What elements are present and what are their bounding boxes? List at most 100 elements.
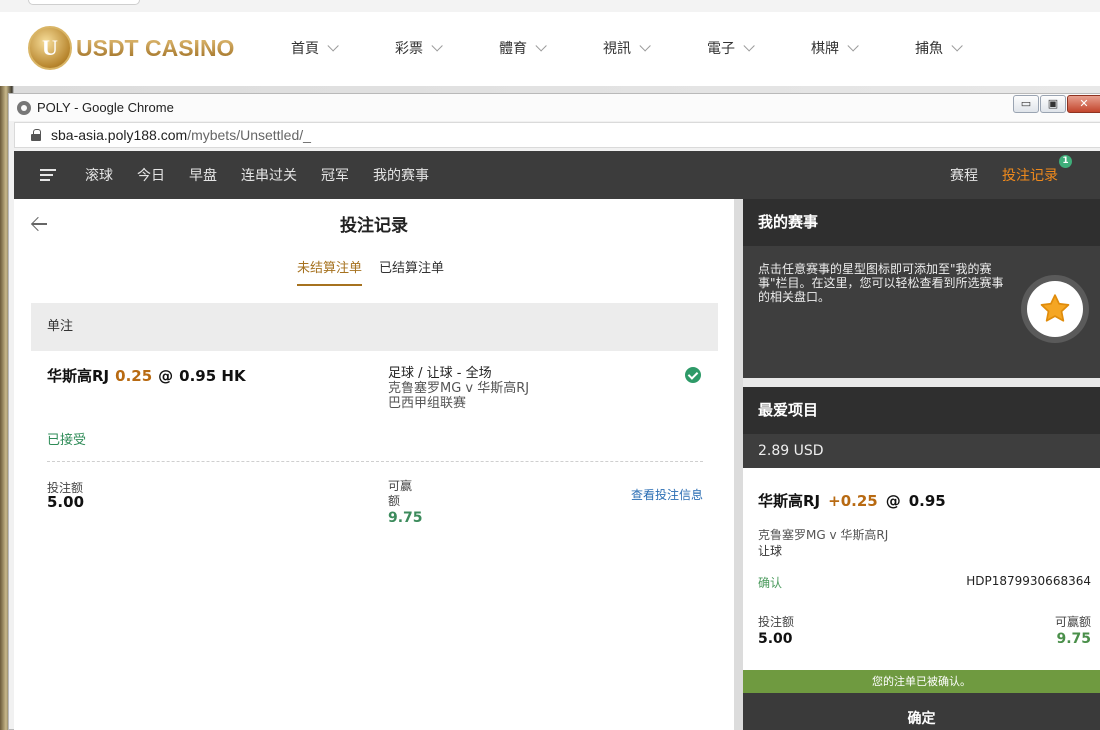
site-header: U USDT CASINO 首頁 彩票 體育 視訊 電子 棋牌 捕魚 [0,0,1100,86]
ok-button[interactable]: 确定 [743,693,1100,730]
site-nav-lottery[interactable]: 彩票 [395,38,443,58]
nav-bet-record[interactable]: 投注记录 1 [1002,155,1072,185]
tab-settled[interactable]: 已结算注单 [379,257,444,286]
site-nav-cards[interactable]: 棋牌 [811,38,859,58]
back-arrow-icon[interactable] [30,215,48,233]
window-title: POLY - Google Chrome [37,100,174,115]
notification-badge: 1 [1059,155,1072,168]
slip-ticket-id: HDP1879930668364 [966,574,1091,588]
slip-win-label: 可赢额 [1054,615,1091,629]
bet-handicap: 0.25 [115,367,153,385]
site-nav-fishing[interactable]: 捕魚 [915,38,963,58]
slip-status: 确认 [758,576,783,590]
url-path: /mybets/Unsettled/_ [187,127,311,143]
divider [47,461,703,462]
window-controls: ▭ ▣ ✕ [1012,95,1100,113]
confirmation-message: 您的注单已被确认。 [743,670,1100,693]
chevron-down-icon [639,40,651,52]
chevron-down-icon [743,40,755,52]
nav-today[interactable]: 今日 [137,165,165,185]
app-nav: 滚球 今日 早盘 连串过关 冠军 我的赛事 赛程 投注记录 1 [14,151,1100,199]
minimize-button[interactable]: ▭ [1013,95,1039,113]
url-text[interactable]: sba-asia.poly188.com/mybets/Unsettled/_ [51,127,311,143]
site-nav-label: 彩票 [395,41,423,57]
my-events-body: 点击任意赛事的星型图标即可添加至"我的赛事"栏目。在这里，您可以轻松查看到所选赛… [743,246,1100,378]
close-button[interactable]: ✕ [1067,95,1100,113]
slip-at: @ [885,492,901,510]
logo-badge-icon: U [28,26,72,70]
chevron-down-icon [327,40,339,52]
slip-match: 克鲁塞罗MG v 华斯高RJ [758,528,889,542]
stake-value: 5.00 [47,493,85,511]
win-value: 9.75 [388,510,423,526]
nav-schedule[interactable]: 赛程 [950,165,978,185]
bet-status: 已接受 [47,433,87,448]
my-events-title: 我的赛事 [743,199,1100,246]
nav-parlay[interactable]: 连串过关 [241,165,297,185]
slip-stake-value: 5.00 [758,631,793,647]
bet-slip: 华斯高RJ +0.25 @0.95 克鲁塞罗MG v 华斯高RJ 让球 确认 HDP… [743,468,1100,670]
app-nav-right: 赛程 投注记录 1 [950,151,1072,199]
site-nav-label: 棋牌 [811,41,839,57]
lock-icon[interactable] [31,129,41,141]
bet-tabs: 未结算注单 已结算注单 [297,257,461,286]
site-nav-label: 捕魚 [915,41,943,57]
favorites-title: 最爱项目 [743,387,1100,434]
bet-match: 克鲁塞罗MG v 华斯高RJ [388,381,530,396]
chrome-icon [17,100,31,115]
site-nav-slots[interactable]: 電子 [707,38,755,58]
bet-record-panel: 投注记录 未结算注单 已结算注单 单注 华斯高RJ 0.25 @0.95 HK 足球… [14,199,734,730]
nav-early[interactable]: 早盘 [189,165,217,185]
slip-stake-label: 投注额 [758,615,795,629]
check-circle-icon [685,367,701,383]
app-nav-links: 滚球 今日 早盘 连串过关 冠军 我的赛事 [85,165,453,185]
nav-inplay[interactable]: 滚球 [85,165,113,185]
browser-tab-strip [0,0,1100,12]
site-nav-home[interactable]: 首頁 [291,38,339,58]
slip-title: 华斯高RJ +0.25 @0.95 [758,490,946,511]
hamburger-menu-icon[interactable] [40,169,56,181]
star-button-inner [1027,281,1083,337]
bet-odds: 0.95 HK [179,367,246,385]
view-bet-info-link[interactable]: 查看投注信息 [631,486,703,503]
address-bar[interactable]: sba-asia.poly188.com/mybets/Unsettled/_ [14,122,1100,148]
favorite-star-button[interactable] [1021,275,1089,343]
bet-league: 巴西甲组联赛 [388,396,467,411]
nav-my-events[interactable]: 我的赛事 [373,165,429,185]
site-nav: 首頁 彩票 體育 視訊 電子 棋牌 捕魚 [291,38,1019,58]
betting-app: 滚球 今日 早盘 连串过关 冠军 我的赛事 赛程 投注记录 1 投注记录 未结算注… [14,151,1100,730]
win-label: 可赢额 [388,479,413,508]
site-nav-label: 體育 [499,41,527,57]
site-nav-label: 首頁 [291,41,319,57]
site-nav-live[interactable]: 視訊 [603,38,651,58]
slip-selection: 华斯高RJ [758,492,821,510]
chevron-down-icon [431,40,443,52]
site-nav-label: 視訊 [603,41,631,57]
url-host: sba-asia.poly188.com [51,127,188,143]
panel-divider [734,199,743,730]
tab-unsettled[interactable]: 未结算注单 [297,257,363,286]
bet-title: 华斯高RJ 0.25 @0.95 HK [47,365,246,386]
site-nav-sports[interactable]: 體育 [499,38,547,58]
browser-tab[interactable] [28,0,140,5]
chevron-down-icon [535,40,547,52]
bet-at: @ [158,367,174,385]
slip-odds: 0.95 [908,492,946,510]
page-title: 投注记录 [340,216,408,236]
maximize-button[interactable]: ▣ [1040,95,1066,113]
chevron-down-icon [951,40,963,52]
my-events-hint: 点击任意赛事的星型图标即可添加至"我的赛事"栏目。在这里，您可以轻松查看到所选赛… [758,262,1004,304]
site-nav-label: 電子 [707,41,735,57]
logo-text: USDT CASINO [76,34,235,61]
chevron-down-icon [847,40,859,52]
bet-selection: 华斯高RJ [47,367,110,385]
slip-handicap: +0.25 [828,492,878,510]
window-title-bar[interactable]: POLY - Google Chrome ▭ ▣ ✕ [9,94,1100,121]
slip-win-value: 9.75 [1056,631,1091,647]
site-logo[interactable]: U USDT CASINO [28,24,234,72]
star-icon [1040,294,1070,322]
bet-card: 华斯高RJ 0.25 @0.95 HK 足球 / 让球 - 全场 克鲁塞罗MG v … [31,351,718,551]
bet-market: 足球 / 让球 - 全场 [388,366,492,381]
nav-outright[interactable]: 冠军 [321,165,349,185]
section-single-bets: 单注 [31,303,718,351]
